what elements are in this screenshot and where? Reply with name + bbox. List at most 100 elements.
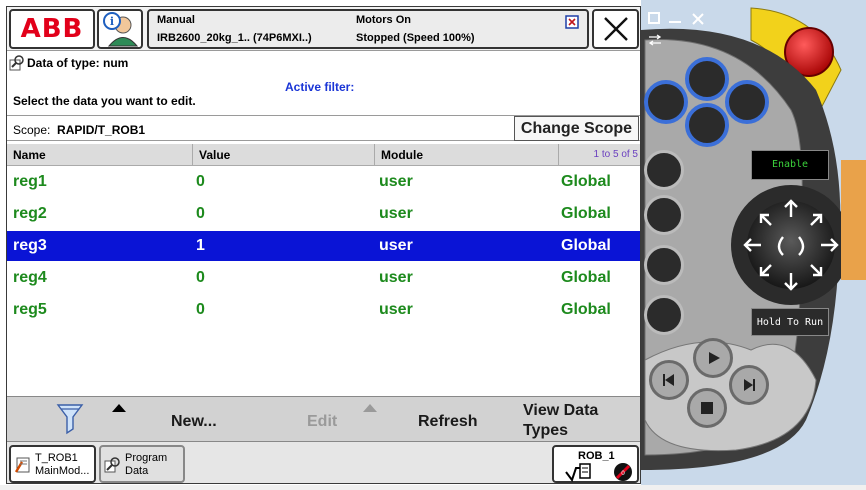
abb-logo: ABB	[20, 14, 84, 44]
table-row[interactable]: reg1 0 user Global	[7, 167, 640, 197]
cell-scope: Global	[561, 237, 611, 254]
data-search-icon	[104, 457, 120, 473]
bottom-edge	[0, 485, 866, 490]
table-row[interactable]: reg5 0 user Global	[7, 295, 640, 325]
active-filter-label: Active filter:	[285, 80, 355, 94]
user-info-icon: i	[103, 12, 139, 47]
window-restore-button[interactable]	[648, 12, 660, 24]
step-forward-icon	[744, 379, 755, 391]
status-bar[interactable]: Manual IRB2600_20kg_1.. (74P6MXI..) Moto…	[147, 9, 589, 49]
abb-menu-button[interactable]: ABB	[9, 9, 95, 49]
operating-mode: Manual	[157, 14, 195, 26]
cell-value: 0	[196, 269, 205, 286]
triangle-up-icon	[363, 404, 377, 412]
svg-text:0: 0	[621, 470, 625, 477]
task-bar: T_ROB1 MainMod... Program Data ROB_1 0	[7, 442, 640, 483]
instruction-text: Select the data you want to edit.	[13, 94, 196, 108]
jog-mode-icon	[565, 463, 591, 482]
column-header-value[interactable]: Value	[193, 144, 375, 166]
triangle-up-icon	[112, 404, 126, 412]
new-button[interactable]: New...	[171, 413, 217, 431]
motors-state: Motors On	[356, 14, 411, 26]
filter-icon	[56, 404, 84, 435]
scope-caption: Scope:	[13, 123, 51, 137]
scope-value: RAPID/T_ROB1	[57, 123, 146, 137]
cell-name: reg2	[13, 205, 47, 222]
event-log-icon	[565, 15, 579, 29]
increment-off-icon: 0	[614, 463, 632, 481]
enable-label: Enable	[771, 159, 809, 170]
cell-scope: Global	[561, 205, 611, 222]
top-bar: ABB i Manual IRB2600_20kg_1.. (74P6MXI..…	[7, 7, 640, 51]
table-row[interactable]: reg4 0 user Global	[7, 263, 640, 293]
table-header: Name Value Module 1 to 5 of 5	[7, 144, 640, 166]
programmable-key-2[interactable]	[685, 57, 729, 101]
cell-module: user	[379, 173, 413, 190]
user-info-button[interactable]: i	[97, 9, 143, 49]
column-header-module[interactable]: Module	[375, 144, 559, 166]
cell-value: 1	[196, 237, 205, 254]
toggle-motion-button[interactable]	[644, 245, 684, 285]
svg-text:i: i	[110, 15, 114, 28]
view-title: Data of type: num	[27, 56, 129, 70]
cell-module: user	[379, 237, 413, 254]
controller-name: IRB2600_20kg_1.. (74P6MXI..)	[157, 32, 312, 44]
cell-value: 0	[196, 173, 205, 190]
toggle-motion-mode-button[interactable]	[644, 195, 684, 235]
cell-scope: Global	[561, 269, 611, 286]
view-data-types-button[interactable]: View Data Types	[523, 401, 598, 441]
scope-bar: Scope: RAPID/T_ROB1 Change Scope	[7, 115, 640, 141]
cell-scope: Global	[561, 173, 611, 190]
quickset-button[interactable]: ROB_1 0	[552, 445, 639, 483]
data-search-icon	[9, 55, 24, 71]
window-minimize-button[interactable]	[669, 21, 681, 23]
task-line1: Program	[125, 452, 168, 464]
table-row-selected[interactable]: reg3 1 user Global	[7, 231, 640, 261]
cell-name: reg1	[13, 173, 47, 190]
scope-label: Scope: RAPID/T_ROB1	[13, 123, 145, 137]
task-line1: T_ROB1	[35, 452, 78, 464]
enable-device[interactable]: Enable	[751, 150, 829, 180]
programmable-key-1[interactable]	[644, 80, 688, 124]
stop-icon	[701, 402, 713, 414]
select-unit-button[interactable]	[644, 150, 684, 190]
task-line2: MainMod...	[35, 465, 90, 477]
cell-name: reg3	[13, 237, 47, 254]
edit-button[interactable]: Edit	[307, 413, 337, 431]
programmable-key-3[interactable]	[685, 103, 729, 147]
change-scope-button[interactable]: Change Scope	[514, 116, 639, 141]
step-backward-icon	[663, 374, 674, 386]
pendant-hardware: Enable Hold To Run	[641, 0, 866, 490]
cell-scope: Global	[561, 301, 611, 318]
cell-name: reg5	[13, 301, 47, 318]
cell-value: 0	[196, 205, 205, 222]
view-header: Data of type: num Active filter:	[7, 53, 640, 94]
program-editor-icon	[14, 457, 30, 473]
table-row[interactable]: reg2 0 user Global	[7, 199, 640, 229]
filter-button[interactable]	[47, 401, 129, 439]
close-icon[interactable]	[691, 12, 705, 26]
task-t-rob1[interactable]: T_ROB1 MainMod...	[9, 445, 96, 483]
task-line2: Data	[125, 465, 149, 477]
swap-arrows-icon[interactable]	[648, 34, 662, 46]
column-header-name[interactable]: Name	[7, 144, 193, 166]
close-button[interactable]	[592, 9, 639, 49]
hold-to-run-label: Hold To Run	[756, 317, 824, 328]
increment-button[interactable]	[644, 295, 684, 335]
cell-value: 0	[196, 301, 205, 318]
page-indicator: 1 to 5 of 5	[593, 149, 638, 160]
command-bar: New... Edit Refresh View Data Types	[7, 396, 640, 442]
program-state: Stopped (Speed 100%)	[356, 32, 475, 44]
refresh-button[interactable]: Refresh	[418, 413, 478, 431]
close-icon	[603, 17, 628, 41]
task-program-data[interactable]: Program Data	[99, 445, 185, 483]
cell-module: user	[379, 269, 413, 286]
joystick[interactable]	[741, 195, 841, 295]
programmable-key-4[interactable]	[725, 80, 769, 124]
play-icon	[709, 352, 720, 364]
cell-module: user	[379, 205, 413, 222]
cell-module: user	[379, 301, 413, 318]
hold-to-run-button[interactable]: Hold To Run	[751, 308, 829, 336]
cell-name: reg4	[13, 269, 47, 286]
flexpendant-screen: ABB i Manual IRB2600_20kg_1.. (74P6MXI..…	[6, 6, 641, 484]
